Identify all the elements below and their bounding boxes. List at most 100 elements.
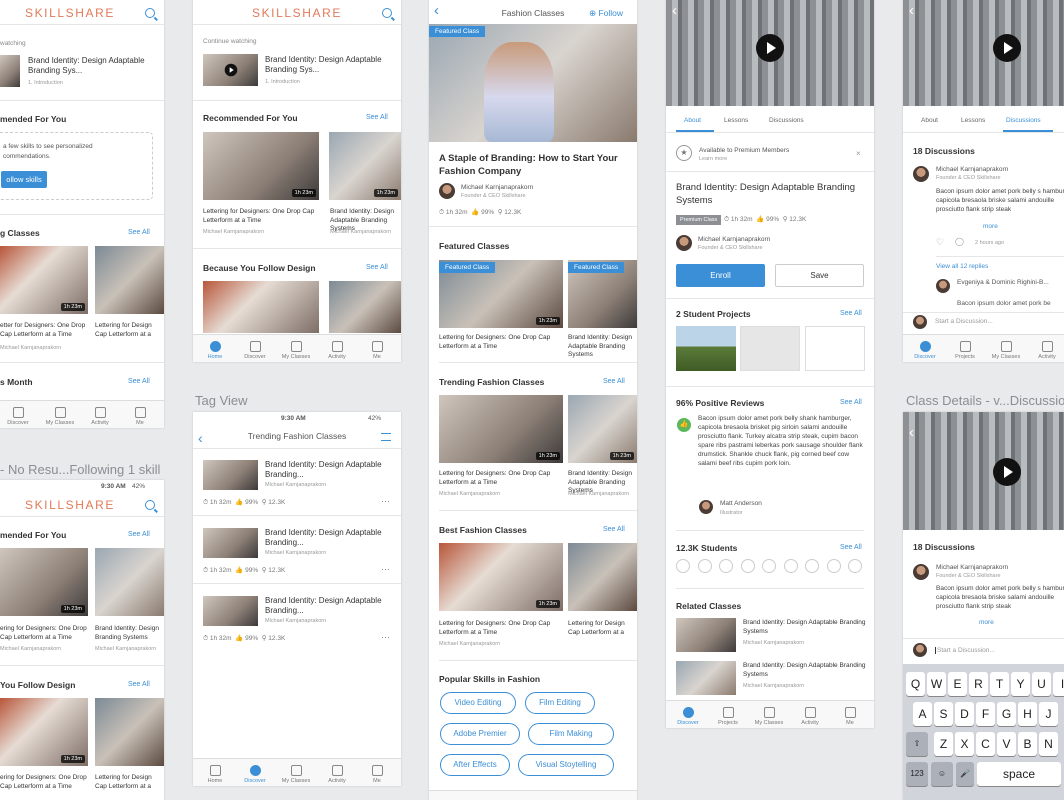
tab-activity[interactable]: Activity: [317, 765, 357, 784]
key-t[interactable]: T: [990, 672, 1009, 696]
class-card-title[interactable]: Brand Identity: Design Adaptable Brandin…: [568, 334, 637, 360]
list-thumbnail[interactable]: [203, 460, 258, 490]
video-hero[interactable]: [903, 412, 1064, 530]
avatar[interactable]: [439, 183, 455, 199]
key-n[interactable]: N: [1039, 732, 1058, 756]
see-all-link[interactable]: See All: [128, 229, 150, 236]
tab-projects[interactable]: Projects: [945, 341, 985, 360]
class-card-title[interactable]: Lettering for Design Cap Letterform at a: [95, 774, 164, 791]
list-title[interactable]: Brand Identity: Design Adaptable Brandin…: [265, 596, 385, 616]
tab-activity[interactable]: Activity: [317, 341, 357, 360]
tab-discover[interactable]: Discover: [235, 341, 275, 360]
key-b[interactable]: B: [1018, 732, 1037, 756]
key-☺[interactable]: ☺: [931, 762, 953, 786]
continue-thumbnail[interactable]: [203, 54, 258, 86]
class-thumbnail[interactable]: 1h 23m: [439, 543, 563, 611]
heart-icon[interactable]: ♡: [936, 237, 944, 248]
see-all-link[interactable]: See All: [840, 310, 862, 317]
skill-pill[interactable]: Video Editing: [440, 692, 516, 714]
class-card-title[interactable]: Lettering for Designers: One Drop Cap Le…: [203, 208, 323, 225]
tab-discover[interactable]: Discover: [668, 707, 708, 726]
list-thumbnail[interactable]: [203, 528, 258, 558]
key-y[interactable]: Y: [1011, 672, 1030, 696]
class-card-title[interactable]: Lettering for Design Cap Letterform at a: [568, 620, 637, 637]
class-card-title[interactable]: etter for Designers: One Drop Cap Letter…: [0, 322, 88, 339]
see-all-link[interactable]: See All: [366, 264, 388, 271]
key-z[interactable]: Z: [934, 732, 953, 756]
key-g[interactable]: G: [997, 702, 1016, 726]
search-icon[interactable]: [145, 500, 155, 510]
tab-my-classes[interactable]: My Classes: [276, 765, 316, 784]
skill-pill[interactable]: Film Editing: [525, 692, 595, 714]
key-v[interactable]: V: [997, 732, 1016, 756]
class-thumbnail[interactable]: [329, 281, 401, 333]
avatar[interactable]: [676, 235, 692, 251]
more-icon[interactable]: ···: [381, 496, 390, 506]
related-thumbnail[interactable]: [676, 618, 736, 652]
view-replies-link[interactable]: View all 12 replies: [936, 263, 988, 270]
class-card-title[interactable]: Lettering for Design Cap Letterform at a: [95, 322, 164, 339]
class-thumbnail[interactable]: 1h 23m: [0, 246, 88, 314]
tab-activity[interactable]: Activity: [1027, 341, 1064, 360]
teacher-name[interactable]: Michael Karnjanaprakorn: [461, 184, 533, 191]
avatar[interactable]: [913, 166, 929, 182]
more-icon[interactable]: ···: [381, 564, 390, 574]
see-all-link[interactable]: See All: [840, 544, 862, 551]
student-avatar-placeholder[interactable]: [762, 559, 776, 573]
student-avatar-placeholder[interactable]: [848, 559, 862, 573]
class-thumbnail[interactable]: 1h 23m: [0, 548, 88, 616]
image-placeholder-icon[interactable]: [740, 326, 800, 371]
tab-activity[interactable]: Activity: [790, 707, 830, 726]
commenter-name[interactable]: Michael Karnjanaprakorn: [936, 564, 1008, 571]
tab-lessons[interactable]: Lessons: [961, 117, 985, 124]
tab-activity[interactable]: Activity: [80, 407, 120, 426]
skill-pill[interactable]: Visual Stoytelling: [518, 754, 614, 776]
class-card-title[interactable]: Lettering for Designers: One Drop Cap Le…: [439, 470, 563, 487]
key-u[interactable]: U: [1032, 672, 1051, 696]
more-link[interactable]: more: [979, 619, 994, 626]
class-thumbnail[interactable]: [568, 543, 637, 611]
back-chevron-icon[interactable]: ‹: [909, 2, 914, 19]
close-icon[interactable]: ×: [856, 149, 861, 158]
student-avatar-placeholder[interactable]: [697, 559, 712, 573]
key-a[interactable]: A: [913, 702, 932, 726]
class-thumbnail[interactable]: [95, 548, 164, 616]
class-card-title[interactable]: Lettering for Designers: One Drop Cap Le…: [439, 620, 563, 637]
key-h[interactable]: H: [1018, 702, 1037, 726]
tab-about[interactable]: About: [684, 117, 701, 124]
student-avatar-placeholder[interactable]: [719, 559, 733, 573]
save-button[interactable]: Save: [775, 264, 864, 287]
cw-title[interactable]: Brand Identity: Design Adaptable Brandin…: [265, 55, 395, 75]
student-avatar-placeholder[interactable]: [826, 559, 841, 573]
class-card-title[interactable]: ering for Designers: One Drop Cap Letter…: [0, 774, 88, 791]
skill-pill[interactable]: Film Making: [528, 723, 614, 745]
key-d[interactable]: D: [955, 702, 974, 726]
key-q[interactable]: Q: [906, 672, 925, 696]
tab-home[interactable]: Home: [195, 765, 235, 784]
key-f[interactable]: F: [976, 702, 995, 726]
skill-pill[interactable]: After Effects: [440, 754, 510, 776]
key-s[interactable]: S: [934, 702, 953, 726]
related-title[interactable]: Brand Identity: Design Adaptable Brandin…: [743, 662, 868, 679]
class-thumbnail[interactable]: 1h 23m: [439, 395, 563, 463]
tab-my-classes[interactable]: My Classes: [986, 341, 1026, 360]
student-avatar-placeholder[interactable]: [676, 559, 690, 573]
tab-my-classes[interactable]: My Classes: [749, 707, 789, 726]
key-c[interactable]: C: [976, 732, 995, 756]
play-icon[interactable]: [224, 63, 238, 77]
back-chevron-icon[interactable]: ‹: [909, 424, 914, 441]
class-card-title[interactable]: ering for Designers: One Drop Cap Letter…: [0, 625, 88, 642]
class-thumbnail[interactable]: 1h 23m: [329, 132, 401, 200]
tab-me[interactable]: Me: [120, 407, 160, 426]
student-avatar-placeholder[interactable]: [783, 559, 798, 573]
learn-more-link[interactable]: Learn more: [699, 156, 727, 162]
reviewer-name[interactable]: Matt Anderson: [720, 500, 762, 507]
discussion-input[interactable]: Start a Discussion...: [935, 647, 995, 654]
play-icon[interactable]: [756, 34, 784, 62]
key-⇧[interactable]: ⇧: [906, 732, 928, 756]
tab-discover[interactable]: Discover: [235, 765, 275, 784]
tab-about[interactable]: About: [921, 117, 938, 124]
avatar[interactable]: [913, 564, 929, 580]
tab-my-classes[interactable]: My Classes: [40, 407, 80, 426]
see-all-link[interactable]: See All: [128, 378, 150, 385]
